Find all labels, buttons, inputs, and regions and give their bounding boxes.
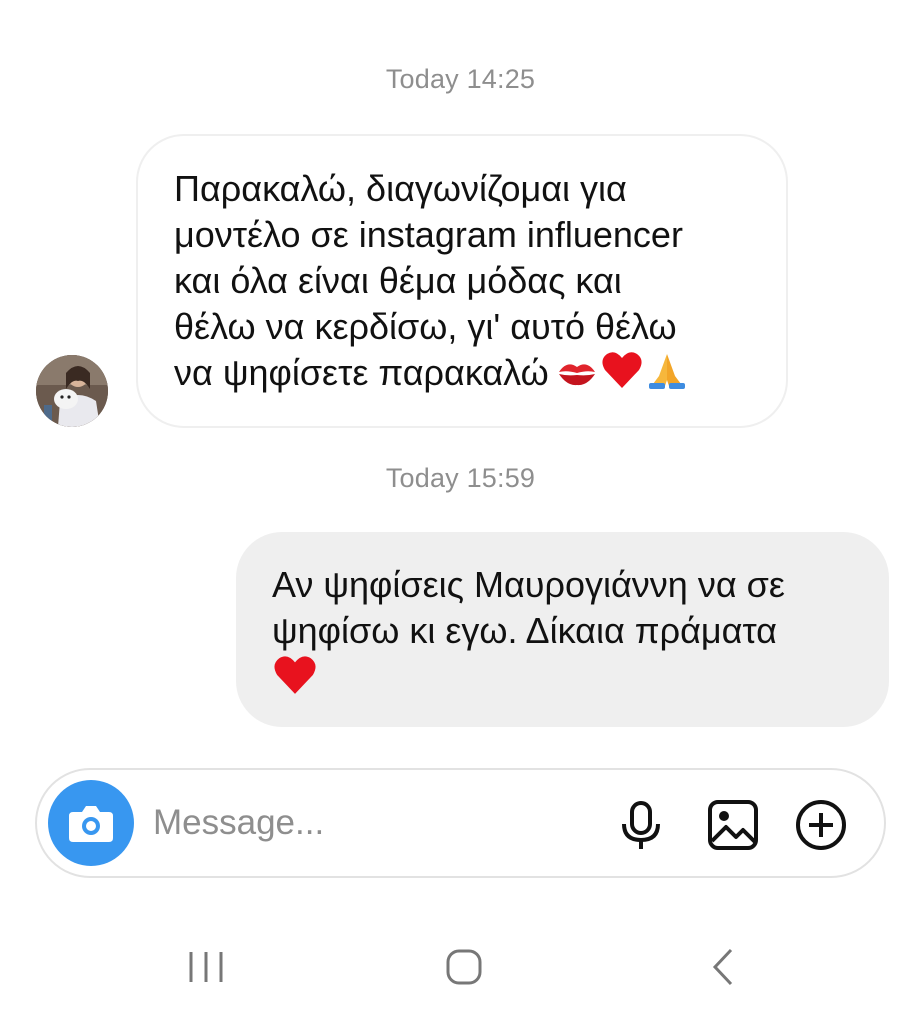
home-icon[interactable] bbox=[434, 942, 494, 992]
sender-avatar[interactable] bbox=[36, 355, 108, 427]
red-heart-icon bbox=[601, 350, 643, 401]
recent-apps-icon[interactable] bbox=[176, 942, 236, 992]
add-circle-icon[interactable] bbox=[795, 799, 847, 851]
message-text-line: ψηφίσω κι εγω. Δίκαια πράματα bbox=[272, 610, 777, 651]
folded-hands-icon bbox=[647, 350, 687, 401]
message-input[interactable] bbox=[153, 798, 573, 848]
kiss-mark-icon bbox=[557, 353, 597, 399]
back-icon[interactable] bbox=[693, 942, 753, 992]
red-heart-icon bbox=[272, 654, 318, 707]
message-text-line: θέλω να κερδίσω, γι' αυτό θέλω bbox=[174, 306, 677, 347]
message-composer bbox=[35, 768, 886, 878]
message-timestamp: Today 15:59 bbox=[385, 463, 536, 493]
message-text-line: μοντέλο σε instagram influencer bbox=[174, 214, 683, 255]
outgoing-message-bubble[interactable]: Αν ψηφίσεις Μαυρογιάννη να σε ψηφίσω κι … bbox=[236, 532, 889, 727]
incoming-message-bubble[interactable]: Παρακαλώ, διαγωνίζομαι για μοντέλο σε in… bbox=[136, 134, 788, 428]
message-timestamp: Today 14:25 bbox=[385, 64, 536, 94]
message-text-line: Αν ψηφίσεις Μαυρογιάννη να σε bbox=[272, 564, 785, 605]
microphone-icon[interactable] bbox=[615, 799, 667, 851]
message-text-line: Παρακαλώ, διαγωνίζομαι για bbox=[174, 168, 627, 209]
message-text-line: να ψηφίσετε παρακαλώ bbox=[174, 352, 549, 394]
gallery-icon[interactable] bbox=[707, 799, 759, 851]
camera-icon bbox=[69, 806, 113, 842]
camera-button[interactable] bbox=[48, 780, 134, 866]
message-text-line: και όλα είναι θέμα μόδας και bbox=[174, 260, 622, 301]
